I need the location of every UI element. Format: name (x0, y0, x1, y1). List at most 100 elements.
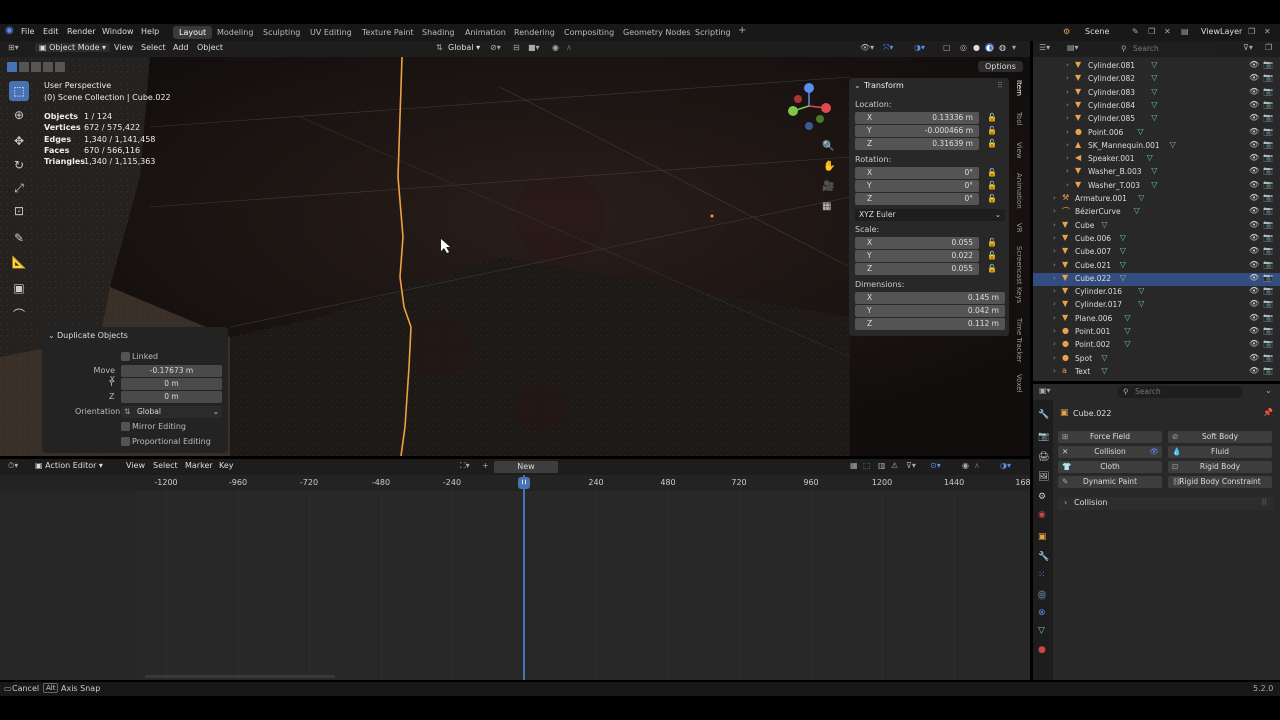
mesh-data-icon[interactable]: ▽ (1120, 273, 1126, 282)
location-y-field[interactable]: Y -0.000466 m (855, 125, 979, 137)
view-layer-tab-icon[interactable]: 🖼 (1038, 472, 1049, 482)
menu-file[interactable]: File (21, 27, 34, 36)
visibility-eye-icon[interactable]: 👁 (1249, 286, 1259, 295)
tab-view[interactable]: View (1015, 142, 1023, 159)
tab-item[interactable]: Item (1015, 80, 1023, 96)
dynamic-paint-button[interactable]: ✎ Dynamic Paint (1058, 476, 1162, 488)
mesh-data-icon[interactable]: ▽ (1151, 100, 1157, 109)
visibility-eye-icon[interactable]: 👁 (1249, 100, 1259, 109)
snap-icon[interactable]: ⊟ (513, 43, 520, 52)
render-visibility-icon[interactable]: 📷 (1263, 73, 1273, 82)
expand-arrow-icon[interactable]: › (1066, 154, 1069, 162)
dimensions-z-field[interactable]: Z 0.112 m (855, 318, 1005, 330)
visibility-eye-icon[interactable]: 👁 (1249, 339, 1259, 348)
rendered-shading-icon[interactable]: ◍ (999, 43, 1006, 52)
object-tab-icon[interactable]: ▣ (1038, 532, 1047, 542)
pivot-icon[interactable]: ⊘▾ (490, 43, 501, 52)
lock-icon[interactable]: 🔓 (987, 113, 997, 122)
lock-icon[interactable]: 🔓 (987, 181, 997, 190)
outliner-row[interactable]: › ▼ Cylinder.016 ▽ 👁 📷 (1033, 286, 1280, 299)
select-intersect-icon[interactable] (43, 62, 53, 72)
viewport-menu-view[interactable]: View (114, 43, 133, 52)
expand-arrow-icon[interactable]: › (1066, 167, 1069, 175)
tab-texture-paint[interactable]: Texture Paint (356, 26, 420, 39)
rotation-y-field[interactable]: Y 0° (855, 180, 979, 192)
visibility-eye-icon[interactable]: 👁 (1249, 73, 1259, 82)
mesh-data-icon[interactable]: ▽ (1151, 166, 1157, 175)
outliner-row[interactable]: › ▲ SK_Mannequin.001 ▽ 👁 📷 (1033, 140, 1280, 153)
action-editor-area[interactable] (0, 475, 1030, 680)
mesh-data-icon[interactable]: ▽ (1120, 260, 1126, 269)
dimensions-x-field[interactable]: X 0.145 m (855, 292, 1005, 304)
visibility-eye-icon[interactable]: 👁 (1249, 87, 1259, 96)
render-visibility-icon[interactable]: 📷 (1263, 206, 1273, 215)
overlay-icon[interactable]: ◑▾ (1000, 461, 1011, 470)
new-viewlayer-icon[interactable]: ❐ (1248, 27, 1255, 36)
add-workspace-button[interactable]: + (738, 25, 746, 36)
outliner-row[interactable]: › ▼ Cube.022 ▽ 👁 📷 (1033, 272, 1280, 286)
orientation-dropdown[interactable]: Global ▾ (448, 43, 480, 52)
mesh-data-icon[interactable]: ▽ (1151, 180, 1157, 189)
mesh-data-icon[interactable]: ▽ (1151, 87, 1157, 96)
timeline-ruler[interactable]: -1200 -960 -720 -480 -240 240 480 720 96… (0, 475, 1031, 491)
visibility-eye-icon[interactable]: 👁 (1249, 220, 1259, 229)
tab-uv-editing[interactable]: UV Editing (304, 26, 358, 39)
material-shading-icon[interactable]: ◐ (985, 43, 994, 52)
transform-collapse-icon[interactable]: ⌄ (854, 81, 861, 90)
gizmo-icon[interactable]: ⤧▾ (883, 43, 893, 53)
viewport-menu-add[interactable]: Add (173, 43, 189, 52)
scale-x-field[interactable]: X 0.055 (855, 237, 979, 249)
render-visibility-icon[interactable]: 📷 (1263, 166, 1273, 175)
fluid-button[interactable]: 💧 Fluid (1168, 446, 1272, 458)
mesh-data-icon[interactable]: ▽ (1124, 339, 1130, 348)
render-visibility-icon[interactable]: 📷 (1263, 273, 1273, 282)
select-extend-icon[interactable] (19, 62, 29, 72)
mode-dropdown[interactable]: ▣ Object Mode ▾ (35, 43, 111, 52)
tab-animation[interactable]: Animation (459, 26, 512, 39)
camera-view-icon[interactable]: 🎥 (822, 181, 834, 192)
expand-arrow-icon[interactable]: › (1053, 234, 1056, 242)
mesh-data-icon[interactable]: ▽ (1138, 193, 1144, 202)
outliner-row[interactable]: › ⚒ Armature.001 ▽ 👁 📷 (1033, 193, 1280, 206)
move-y-field[interactable]: 0 m (121, 378, 222, 390)
expand-arrow-icon[interactable]: › (1053, 261, 1056, 269)
playhead-line[interactable] (523, 475, 525, 680)
menu-render[interactable]: Render (67, 27, 95, 36)
editor-type-icon[interactable]: ⊞▾ (8, 43, 19, 52)
render-visibility-icon[interactable]: 📷 (1263, 339, 1273, 348)
rotation-x-field[interactable]: X 0° (855, 167, 979, 179)
perspective-toggle-icon[interactable]: ▦ (822, 201, 831, 212)
new-action-button[interactable]: New (494, 461, 558, 473)
expand-arrow-icon[interactable]: › (1066, 141, 1069, 149)
falloff-icon[interactable]: ∧ (566, 43, 572, 52)
outliner-row[interactable]: › ◀ Speaker.001 ▽ 👁 📷 (1033, 153, 1280, 166)
dimensions-y-field[interactable]: Y 0.042 m (855, 305, 1005, 317)
proportional-icon[interactable]: ◉ (962, 461, 969, 470)
mesh-data-icon[interactable]: ▽ (1151, 60, 1157, 69)
lock-icon[interactable]: 🔓 (987, 264, 997, 273)
select-box-tool-icon[interactable]: ⬚ (9, 81, 29, 101)
transform-tool-icon[interactable]: ⊡ (9, 201, 29, 221)
outliner-row[interactable]: › ▼ Cube.021 ▽ 👁 📷 (1033, 260, 1280, 273)
pin-icon[interactable]: ✎ (1132, 27, 1139, 36)
menu-help[interactable]: Help (141, 27, 159, 36)
overlay-icon[interactable]: ◑▾ (914, 43, 925, 52)
viewport-menu-object[interactable]: Object (197, 43, 223, 52)
outliner-row[interactable]: › ▼ Cylinder.083 ▽ 👁 📷 (1033, 87, 1280, 100)
rotation-mode-dropdown[interactable]: XYZ Euler ⌄ (855, 209, 1005, 221)
visibility-eye-icon[interactable]: 👁 (1249, 127, 1259, 136)
pan-hand-icon[interactable]: ✋ (823, 161, 835, 172)
render-visibility-icon[interactable]: 📷 (1263, 313, 1273, 322)
outliner-row[interactable]: › ⌒ BézierCurve ▽ 👁 📷 (1033, 206, 1280, 219)
render-tab-icon[interactable]: 📷 (1038, 432, 1049, 442)
linked-checkbox[interactable] (121, 352, 130, 361)
tab-tool[interactable]: Tool (1015, 112, 1023, 126)
location-z-field[interactable]: Z 0.31639 m (855, 138, 979, 150)
outliner-row[interactable]: › ▼ Washer_B.003 ▽ 👁 📷 (1033, 166, 1280, 179)
force-field-button[interactable]: ⊞ Force Field (1058, 431, 1162, 443)
visibility-eye-icon[interactable]: 👁 (1249, 326, 1259, 335)
display-mode-icon[interactable]: ▤▾ (1067, 43, 1079, 52)
expand-arrow-icon[interactable]: › (1066, 114, 1069, 122)
editor-type-icon[interactable]: ⏱▾ (8, 461, 18, 471)
visibility-eye-icon[interactable]: 👁 (1249, 113, 1259, 122)
